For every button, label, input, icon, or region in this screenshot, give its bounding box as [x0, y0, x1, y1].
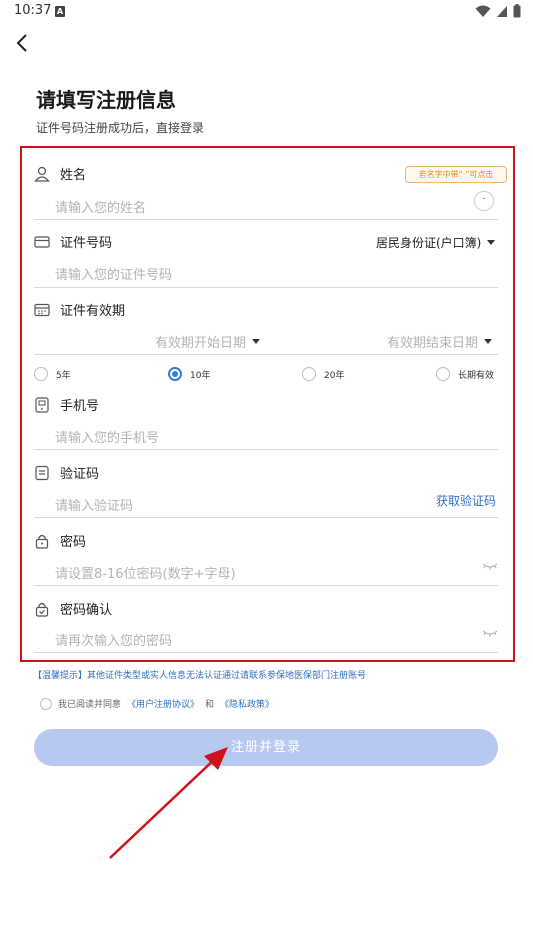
radio-circle	[436, 367, 450, 381]
signal-icon	[497, 5, 507, 17]
eye-closed-icon[interactable]	[482, 630, 498, 638]
end-date-picker[interactable]: 有效期结束日期	[387, 332, 493, 351]
id-type-select[interactable]: 居民身份证(户口簿)	[376, 234, 496, 251]
user-agreement-link[interactable]: 《用户注册协议》	[127, 697, 199, 710]
code-underline	[34, 517, 498, 518]
phone-label-row: 手机号	[34, 395, 99, 414]
password-input[interactable]: 请设置8-16位密码(数字+字母)	[55, 563, 236, 582]
name-underline	[34, 219, 498, 220]
name-input[interactable]: 请输入您的姓名	[55, 197, 146, 216]
radio-20-years[interactable]: 20年	[302, 367, 344, 381]
agree-prefix: 我已阅读并同意	[58, 700, 122, 710]
start-date-placeholder: 有效期开始日期	[155, 336, 247, 351]
privacy-policy-link[interactable]: 《隐私政策》	[220, 697, 274, 710]
page-subtitle: 证件号码注册成功后，直接登录	[36, 121, 205, 135]
user-icon	[34, 166, 50, 182]
start-date-picker[interactable]: 有效期开始日期	[155, 332, 261, 351]
battery-icon	[513, 4, 521, 18]
agree-checkbox[interactable]	[40, 697, 52, 710]
radio-label: 20年	[324, 370, 345, 381]
back-arrow-icon	[16, 34, 27, 52]
chevron-down-icon	[487, 240, 496, 245]
validity-underline	[34, 354, 498, 355]
phone-label: 手机号	[60, 399, 100, 414]
phone-input[interactable]: 请输入您的手机号	[55, 427, 159, 446]
radio-label: 10年	[190, 370, 211, 381]
lock-check-icon	[35, 602, 49, 617]
id-number-input[interactable]: 请输入您的证件号码	[55, 264, 172, 283]
calendar-icon	[34, 303, 50, 316]
confirm-label-row: 密码确认	[34, 599, 112, 618]
lock-icon	[35, 534, 49, 549]
password-label-row: 密码	[34, 531, 86, 550]
id-type-value: 居民身份证(户口簿)	[376, 236, 482, 250]
end-date-placeholder: 有效期结束日期	[387, 336, 479, 351]
radio-circle	[302, 367, 316, 381]
back-button[interactable]	[12, 30, 34, 56]
phone-underline	[34, 449, 498, 450]
radio-circle	[34, 367, 48, 381]
code-label-row: 验证码	[34, 463, 99, 482]
code-label: 验证码	[60, 467, 100, 482]
radio-long-term[interactable]: 长期有效	[436, 367, 494, 381]
agreement-row: 我已阅读并同意 《用户注册协议》 和 《隐私政策》	[40, 697, 274, 710]
radio-label: 长期有效	[458, 370, 495, 381]
status-icons	[475, 4, 521, 18]
phone-icon	[35, 396, 49, 413]
eye-closed-icon[interactable]	[482, 563, 498, 571]
name-label: 姓名	[60, 168, 87, 183]
password-underline	[34, 585, 498, 586]
code-input[interactable]: 请输入验证码	[55, 495, 133, 514]
get-code-button[interactable]: 获取验证码	[436, 492, 496, 509]
status-bar: 10:37 A	[0, 0, 533, 24]
id-underline	[34, 287, 498, 288]
middle-dot-button[interactable]: ·	[474, 191, 494, 211]
wifi-icon	[475, 5, 491, 17]
agree-and: 和	[205, 700, 215, 710]
validity-label-row: 证件有效期	[34, 300, 125, 319]
status-time: 10:37	[14, 3, 52, 18]
chevron-down-icon	[484, 339, 493, 344]
radio-circle-selected	[168, 367, 182, 381]
confirm-label: 密码确认	[60, 603, 113, 618]
name-label-row: 姓名	[34, 164, 86, 183]
validity-options: 5年 10年 20年 长期有效	[34, 367, 498, 385]
password-label: 密码	[60, 535, 87, 550]
radio-5-years[interactable]: 5年	[34, 367, 71, 381]
id-label-row: 证件号码	[34, 232, 112, 251]
radio-label: 5年	[56, 370, 71, 381]
code-icon	[35, 465, 49, 480]
annotation-arrow	[109, 747, 228, 859]
confirm-password-input[interactable]: 请再次输入您的密码	[55, 630, 172, 649]
page-title: 请填写注册信息	[36, 88, 176, 112]
chevron-down-icon	[252, 339, 261, 344]
radio-10-years[interactable]: 10年	[168, 367, 210, 381]
notification-icon: A	[55, 6, 65, 17]
id-label: 证件号码	[60, 236, 113, 251]
confirm-underline	[34, 652, 498, 653]
id-card-icon	[34, 235, 50, 248]
dot-hint-bubble: 若名字中带“·”可点击	[405, 166, 507, 183]
warm-tip: 【温馨提示】其他证件类型或实人信息无法认证通过请联系参保地医保部门注册账号	[33, 671, 367, 681]
validity-label: 证件有效期	[60, 304, 126, 319]
